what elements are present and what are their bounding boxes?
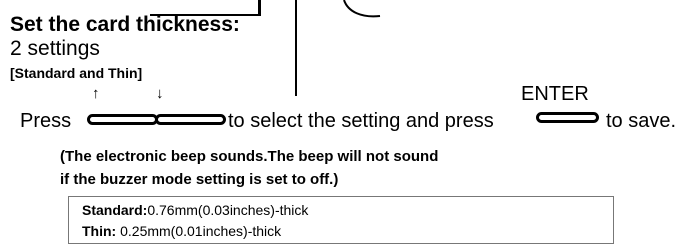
instruction-middle: to select the setting and press bbox=[228, 110, 494, 132]
instruction-press: Press bbox=[20, 110, 72, 132]
down-button[interactable] bbox=[155, 114, 226, 125]
illustration-curve bbox=[343, 0, 381, 18]
instruction-end: to save. bbox=[606, 110, 677, 132]
option-thin-label: Thin: bbox=[82, 223, 117, 239]
settings-count: 2 settings bbox=[10, 37, 100, 60]
beep-note-line1: (The electronic beep sounds.The beep wil… bbox=[60, 148, 439, 165]
down-arrow-icon: ↓ bbox=[156, 85, 164, 102]
option-standard-value: 0.76mm(0.03inches)-thick bbox=[147, 202, 309, 218]
option-standard-label: Standard: bbox=[82, 202, 148, 218]
beep-note-line2: if the buzzer mode setting is set to off… bbox=[60, 171, 339, 188]
enter-label: ENTER bbox=[521, 83, 589, 105]
option-thin: Thin: 0.25mm(0.01inches)-thick bbox=[82, 222, 281, 240]
page-title: Set the card thickness: bbox=[10, 13, 240, 36]
option-standard: Standard:0.76mm(0.03inches)-thick bbox=[82, 201, 308, 219]
callout-leader-line bbox=[295, 0, 297, 96]
enter-button[interactable] bbox=[536, 112, 599, 123]
thickness-options-box: Standard:0.76mm(0.03inches)-thick Thin: … bbox=[68, 196, 614, 244]
option-thin-value: 0.25mm(0.01inches)-thick bbox=[116, 223, 282, 239]
up-arrow-icon: ↑ bbox=[92, 85, 100, 102]
up-button[interactable] bbox=[87, 114, 158, 125]
settings-list: [Standard and Thin] bbox=[10, 65, 143, 81]
